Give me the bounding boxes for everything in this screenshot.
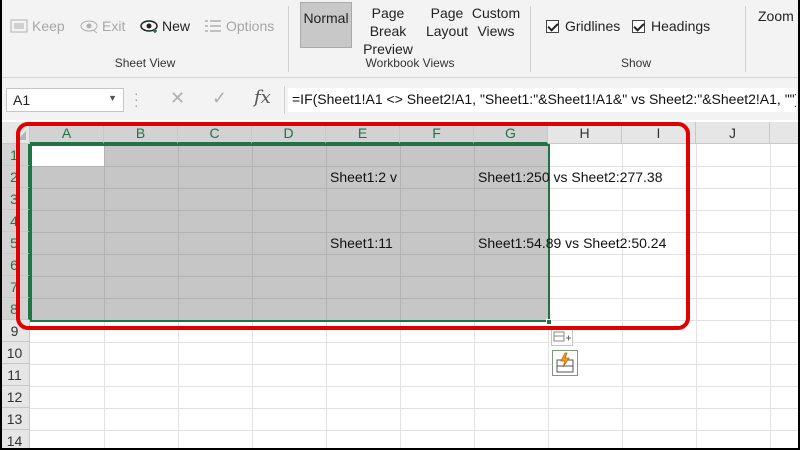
- cell-e5[interactable]: Sheet1:11: [330, 232, 400, 254]
- gridline: [622, 144, 623, 450]
- resize-handle-icon[interactable]: · · ·: [134, 86, 140, 112]
- options-button[interactable]: Options: [204, 18, 274, 34]
- selection-gridline: [326, 146, 327, 320]
- column-header-i[interactable]: I: [622, 122, 696, 144]
- cell-g5[interactable]: Sheet1:54.89 vs Sheet2:50.24: [478, 232, 666, 254]
- exit-button[interactable]: Exit: [80, 18, 125, 34]
- formula-separator: [284, 86, 285, 114]
- gridlines-checkbox[interactable]: Gridlines: [546, 18, 620, 34]
- quick-analysis-icon[interactable]: [551, 328, 573, 346]
- show-group-label: Show: [620, 56, 652, 70]
- row-header-2[interactable]: 2: [0, 166, 30, 188]
- column-header-d[interactable]: D: [252, 122, 326, 144]
- headings-checkbox[interactable]: Headings: [632, 18, 710, 34]
- ribbon-separator: [530, 6, 531, 72]
- row-header-10[interactable]: 10: [0, 342, 30, 364]
- gridline: [770, 144, 771, 450]
- insert-function-icon[interactable]: fx: [254, 87, 271, 108]
- gridline: [30, 386, 800, 387]
- chevron-down-icon[interactable]: ▼: [108, 93, 117, 103]
- ribbon-separator: [745, 6, 746, 72]
- column-header-c[interactable]: C: [178, 122, 252, 144]
- new-button[interactable]: New: [140, 18, 190, 34]
- selection-gridline: [104, 146, 105, 320]
- zoom-button[interactable]: Zoom: [758, 8, 794, 24]
- row-header-5[interactable]: 5: [0, 232, 30, 254]
- selection-gridline: [32, 232, 548, 233]
- page-break-preview-button[interactable]: Page Break Preview: [352, 4, 424, 58]
- cell-e2[interactable]: Sheet1:2 v: [330, 166, 400, 188]
- selection-gridline: [32, 166, 548, 167]
- row-header-3[interactable]: 3: [0, 188, 30, 210]
- row-header-14[interactable]: 14: [0, 430, 30, 450]
- column-header-k[interactable]: [770, 122, 800, 144]
- row-header-13[interactable]: 13: [0, 408, 30, 430]
- gridline: [30, 408, 800, 409]
- eye-exit-icon: [80, 18, 98, 34]
- column-header-f[interactable]: F: [400, 122, 474, 144]
- list-options-icon: [204, 18, 222, 34]
- gridlines-check-icon: [546, 19, 559, 33]
- gridline: [30, 364, 800, 365]
- row-header-4[interactable]: 4: [0, 210, 30, 232]
- ribbon: Keep Exit New Options Sheet View Normal …: [0, 0, 800, 78]
- row-header-9[interactable]: 9: [0, 320, 30, 342]
- row-header-12[interactable]: 12: [0, 386, 30, 408]
- row-header-8[interactable]: 8: [0, 298, 30, 320]
- gridline: [696, 144, 697, 450]
- flash-fill-icon[interactable]: [552, 350, 578, 376]
- page-layout-button[interactable]: Page Layout: [424, 4, 470, 40]
- sheet-view-group-label: Sheet View: [114, 56, 176, 70]
- normal-view-button[interactable]: Normal: [300, 2, 352, 48]
- selection-gridline: [474, 146, 475, 320]
- gridline: [30, 430, 800, 431]
- keep-icon: [10, 18, 28, 34]
- workbook-views-group-label: Workbook Views: [365, 56, 455, 70]
- gridline: [30, 342, 800, 343]
- eye-new-icon: [140, 18, 158, 34]
- selection-gridline: [32, 276, 548, 277]
- enter-check-icon[interactable]: ✓: [212, 88, 227, 109]
- column-header-h[interactable]: H: [548, 122, 622, 144]
- row-header-6[interactable]: 6: [0, 254, 30, 276]
- selection-gridline: [400, 146, 401, 320]
- column-header-a[interactable]: A: [30, 122, 104, 144]
- column-header-e[interactable]: E: [326, 122, 400, 144]
- column-header-b[interactable]: B: [104, 122, 178, 144]
- selection-gridline: [32, 188, 548, 189]
- selection-gridline: [252, 146, 253, 320]
- selected-range[interactable]: [30, 144, 550, 322]
- column-header-j[interactable]: J: [696, 122, 770, 144]
- select-all-corner[interactable]: [0, 122, 30, 144]
- ribbon-separator: [288, 6, 289, 72]
- name-box[interactable]: A1 ▼: [6, 88, 124, 112]
- selection-gridline: [32, 210, 548, 211]
- selection-gridline: [32, 254, 548, 255]
- row-header-7[interactable]: 7: [0, 276, 30, 298]
- cancel-icon[interactable]: ✕: [170, 88, 185, 109]
- keep-button[interactable]: Keep: [10, 18, 65, 34]
- selection-gridline: [32, 298, 548, 299]
- custom-views-button[interactable]: Custom Views: [470, 4, 522, 40]
- row-header-11[interactable]: 11: [0, 364, 30, 386]
- selection-gridline: [178, 146, 179, 320]
- column-header-g[interactable]: G: [474, 122, 548, 144]
- headings-check-icon: [632, 19, 645, 33]
- formula-input[interactable]: =IF(Sheet1!A1 <> Sheet2!A1, "Sheet1:"&Sh…: [288, 88, 796, 112]
- worksheet-grid[interactable]: A B C D E F G H I J 1 2 3 4 5 6 7 8 9 10…: [0, 122, 800, 450]
- active-cell-a1[interactable]: [32, 146, 104, 166]
- row-header-1[interactable]: 1: [0, 144, 30, 166]
- fill-handle[interactable]: [546, 319, 552, 325]
- cell-g2[interactable]: Sheet1:250 vs Sheet2:277.38: [478, 166, 662, 188]
